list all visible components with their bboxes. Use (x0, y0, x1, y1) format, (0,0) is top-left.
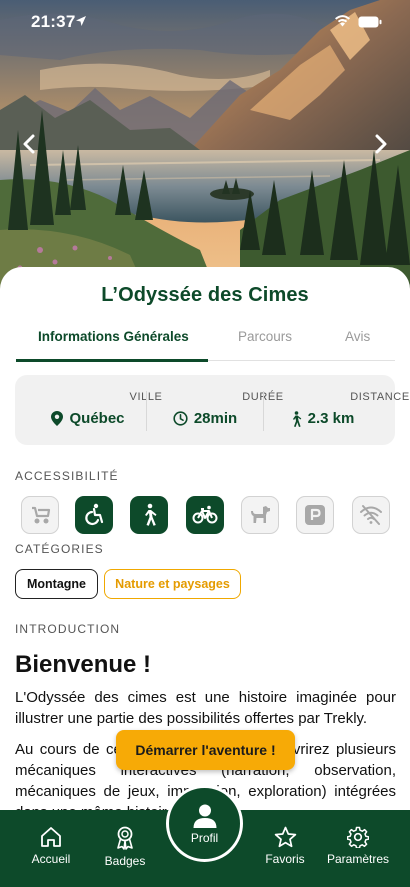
nav-badges[interactable]: Badges (85, 826, 165, 868)
tab-reviews[interactable]: Avis (345, 329, 370, 344)
nav-settings[interactable]: Paramètres (318, 826, 398, 866)
map-pin-icon (51, 411, 64, 426)
wheelchair-icon (75, 496, 113, 534)
status-bar: 21:37 (0, 0, 410, 44)
page-title: L’Odyssée des Cimes (101, 284, 309, 306)
info-duration-value: 28min (193, 410, 238, 427)
wifi-icon (334, 14, 351, 27)
info-city: VILLE Québec (30, 375, 162, 445)
info-city-value: Québec (69, 410, 125, 427)
nav-profile[interactable]: Profil (166, 785, 243, 862)
tab-bar: Informations Générales Parcours Avis (16, 321, 395, 362)
info-distance-label: DISTANCE (350, 391, 410, 403)
clock-icon (173, 411, 188, 426)
walking-icon (292, 410, 301, 427)
location-arrow-icon (75, 15, 87, 27)
introduction-label: INTRODUCTION (15, 622, 121, 636)
star-icon (274, 826, 296, 848)
category-chip-mountain[interactable]: Montagne (15, 569, 98, 599)
battery-icon (358, 16, 382, 28)
nav-favorites-label: Favoris (265, 852, 305, 866)
chevron-right-icon[interactable] (368, 132, 392, 156)
landscape-illustration (0, 0, 410, 300)
hero-image: 21:37 (0, 0, 410, 300)
user-icon (193, 804, 216, 828)
categories-label: CATÉGORIES (15, 542, 104, 556)
chevron-left-icon[interactable] (18, 132, 42, 156)
info-summary: VILLE Québec DURÉE 28min DISTANCE 2.3 km (15, 375, 409, 445)
intro-paragraph-1: L'Odyssée des cimes est une histoire ima… (15, 689, 396, 727)
tab-general-info[interactable]: Informations Générales (38, 329, 189, 344)
info-distance: DISTANCE 2.3 km (264, 375, 409, 445)
start-adventure-button[interactable]: Démarrer l'aventure ! (116, 730, 295, 770)
badge-icon (117, 826, 133, 850)
nav-favorites[interactable]: Favoris (245, 826, 325, 866)
tab-route[interactable]: Parcours (238, 329, 292, 344)
bicycle-icon (186, 496, 224, 534)
nav-home-label: Accueil (31, 852, 71, 866)
status-time: 21:37 (31, 12, 76, 31)
hiking-icon (130, 496, 168, 534)
stroller-icon (21, 496, 59, 534)
dog-icon (241, 496, 279, 534)
tab-active-indicator (16, 359, 208, 362)
accessibility-label: ACCESSIBILITÉ (15, 469, 119, 483)
intro-heading: Bienvenue ! (15, 651, 152, 678)
parking-icon (296, 496, 334, 534)
nav-badges-label: Badges (104, 854, 146, 868)
nav-profile-label: Profil (190, 830, 219, 845)
home-icon (41, 827, 61, 847)
nav-home[interactable]: Accueil (11, 826, 91, 866)
no-wifi-icon (352, 496, 390, 534)
category-chip-nature[interactable]: Nature et paysages (104, 569, 241, 599)
nav-settings-label: Paramètres (326, 852, 390, 866)
info-duration: DURÉE 28min (147, 375, 283, 445)
info-distance-value: 2.3 km (307, 410, 355, 427)
gear-icon (347, 826, 369, 848)
